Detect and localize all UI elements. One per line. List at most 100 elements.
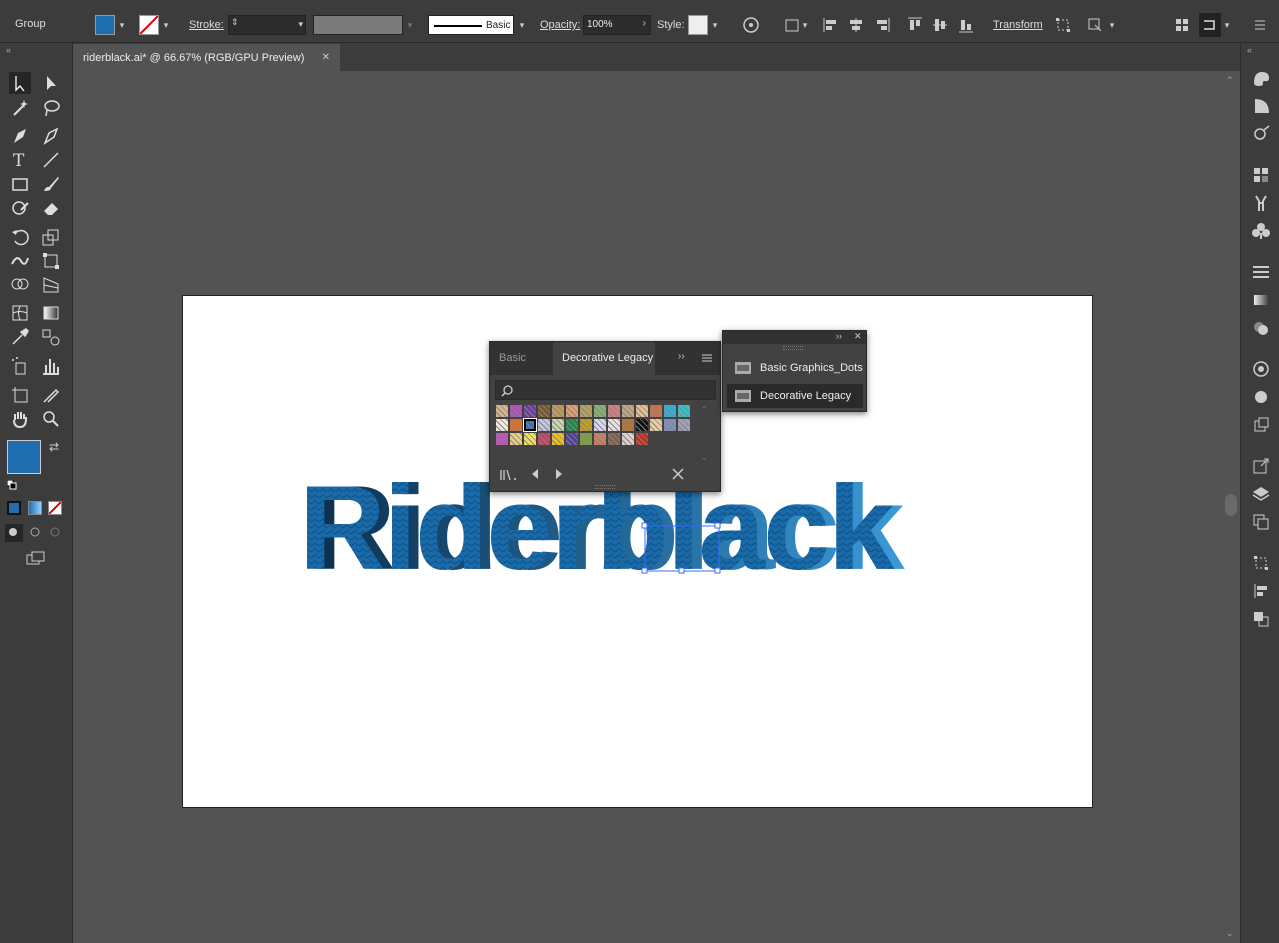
transform-panel-icon[interactable] [1251,553,1271,573]
pattern-swatch[interactable] [594,419,606,431]
vertical-scrollbar[interactable]: ⌃ ⌄ [1222,72,1240,943]
graphic-style-swatch[interactable] [688,15,708,35]
pattern-swatch[interactable] [622,405,634,417]
align-right-icon[interactable] [872,15,892,35]
workspace-switcher-icon[interactable] [1199,13,1221,37]
select-similar-dropdown-icon[interactable]: ▾ [1106,15,1118,35]
selection-tool-icon[interactable] [9,72,31,94]
artboard-tool-icon[interactable] [9,384,31,406]
mesh-tool-icon[interactable] [9,302,31,324]
align-panel-icon[interactable] [1251,581,1271,601]
align-horizontal-center-icon[interactable] [846,15,866,35]
line-segment-tool-icon[interactable] [40,149,62,171]
pattern-swatch[interactable] [580,433,592,445]
draw-normal-icon[interactable] [5,524,23,542]
fill-dropdown-icon[interactable]: ▾ [116,15,128,35]
align-top-icon[interactable] [905,15,925,35]
workspace-dropdown-icon[interactable]: ▾ [1221,15,1233,35]
select-similar-icon[interactable] [1085,15,1105,35]
pattern-swatch[interactable] [664,419,676,431]
pattern-swatch[interactable] [664,405,676,417]
chevron-down-icon[interactable]: ▾ [298,19,303,30]
lasso-tool-icon[interactable] [40,97,62,119]
width-tool-icon[interactable] [9,250,31,272]
artboards-panel-icon[interactable] [1251,512,1271,532]
eraser-tool-icon[interactable] [40,197,62,219]
pattern-swatch[interactable] [650,405,662,417]
fill-color-swatch[interactable] [95,15,115,35]
pattern-swatch[interactable] [538,405,550,417]
selection-handle[interactable] [641,522,648,529]
selection-handle[interactable] [678,567,685,574]
pathfinder-panel-icon[interactable] [1251,609,1271,629]
pattern-swatch[interactable] [650,419,662,431]
stroke-weight-field[interactable]: ⇕ ▾ [228,15,306,35]
pattern-swatch[interactable] [622,433,634,445]
align-to-dropdown-icon[interactable]: ▾ [799,15,811,35]
appearance-panel-icon[interactable] [1251,359,1271,379]
eyedropper-tool-icon[interactable] [9,326,31,348]
swap-fill-stroke-icon[interactable]: ⇄ [49,440,59,454]
graphic-styles-icon[interactable] [1251,387,1271,407]
opacity-label[interactable]: Opacity: [540,19,580,31]
pattern-swatch[interactable] [524,433,536,445]
pattern-swatch[interactable] [538,419,550,431]
recolor-icon[interactable] [1251,123,1271,143]
draw-inside-icon[interactable] [47,524,65,542]
pattern-swatch[interactable] [510,405,522,417]
profile-dropdown-icon[interactable]: ▾ [404,15,416,35]
close-tab-icon[interactable]: ✕ [322,44,330,72]
draw-behind-icon[interactable] [27,524,45,542]
pattern-swatch[interactable] [594,405,606,417]
document-tab[interactable]: riderblack.ai* @ 66.67% (RGB/GPU Preview… [73,44,340,72]
collapse-flyout-icon[interactable]: ›› [836,331,842,341]
opacity-field[interactable]: 100% › [583,15,651,35]
variable-width-profile[interactable] [313,15,403,35]
pattern-swatch[interactable] [566,405,578,417]
pattern-swatch[interactable] [496,433,508,445]
color-guide-icon[interactable] [1251,95,1271,115]
previous-library-icon[interactable] [529,467,541,481]
align-bottom-icon[interactable] [956,15,976,35]
arrange-documents-icon[interactable] [1172,15,1192,35]
gradient-mode-icon[interactable] [28,501,42,515]
stroke-label[interactable]: Stroke: [189,19,224,31]
stroke-none-swatch[interactable] [139,15,159,35]
default-fill-stroke-icon[interactable] [6,479,17,490]
curvature-tool-icon[interactable] [40,125,62,147]
library-item-basic-graphics-dots[interactable]: Basic Graphics_Dots [727,356,863,380]
gradient-tool-icon[interactable] [40,302,62,324]
scroll-thumb[interactable] [1225,494,1237,516]
direct-selection-tool-icon[interactable] [40,72,62,94]
close-flyout-icon[interactable]: ✕ [854,331,862,342]
expand-dock-icon[interactable]: « [1247,45,1252,55]
pattern-swatch[interactable] [678,419,690,431]
recolor-artwork-icon[interactable] [741,15,761,35]
pattern-swatch[interactable] [636,433,648,445]
rectangle-tool-icon[interactable] [9,173,31,195]
gradient-panel-icon[interactable] [1251,290,1271,310]
selection-handle[interactable] [714,522,721,529]
pattern-swatch[interactable] [538,433,550,445]
zoom-tool-icon[interactable] [40,408,62,430]
pattern-swatch[interactable] [594,433,606,445]
more-tabs-icon[interactable]: ›› [678,351,685,362]
selection-handle[interactable] [641,567,648,574]
swatch-search-input[interactable] [495,380,716,400]
scale-tool-icon[interactable] [40,226,62,248]
swatch-scroll-down-icon[interactable]: ⌄ [701,453,708,462]
paintbrush-tool-icon[interactable] [40,173,62,195]
pattern-swatch[interactable] [580,405,592,417]
pattern-swatch[interactable] [636,419,648,431]
align-vertical-center-icon[interactable] [930,15,950,35]
pattern-swatch[interactable] [608,405,620,417]
hand-tool-icon[interactable] [9,408,31,430]
shaper-tool-icon[interactable] [9,197,31,219]
pattern-swatch[interactable] [496,405,508,417]
scroll-up-icon[interactable]: ⌃ [1226,75,1234,86]
pattern-swatch[interactable] [523,418,537,432]
slice-tool-icon[interactable] [40,384,62,406]
selection-handle[interactable] [714,567,721,574]
pattern-swatch[interactable] [678,405,690,417]
rotate-tool-icon[interactable] [9,226,31,248]
